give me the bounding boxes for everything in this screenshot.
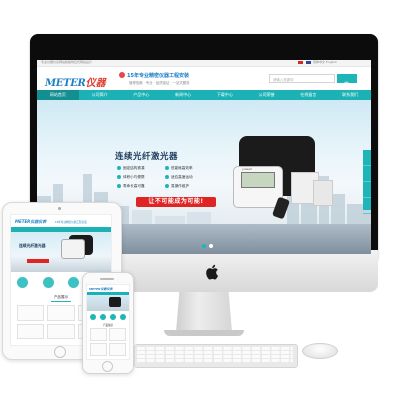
- device-case-image: [109, 297, 121, 307]
- top-bar-text: 专业仪器仪表网站模板响应式网站设计: [41, 60, 93, 64]
- tablet-slogan: 15年专业精密仪器工程安装: [55, 221, 87, 224]
- tablet-banner-title: 连续光纤激光器: [19, 243, 46, 248]
- cn-flag-icon[interactable]: [298, 60, 303, 64]
- quick-link-icon[interactable]: [42, 277, 54, 288]
- nav-item-download[interactable]: 下载中心: [204, 90, 246, 100]
- feature-item: 低能耗高效率: [165, 166, 193, 171]
- search-input[interactable]: 请输入关键词: [269, 74, 335, 83]
- product-card[interactable]: [17, 323, 45, 339]
- en-flag-icon[interactable]: [305, 60, 311, 64]
- check-icon: [165, 166, 169, 170]
- product-card[interactable]: [109, 328, 126, 341]
- slogan-badge-icon: [119, 72, 125, 78]
- product-card[interactable]: [47, 305, 75, 321]
- product-card[interactable]: [90, 328, 107, 341]
- side-toolbar: [363, 150, 371, 214]
- imac-stand-base: [164, 330, 244, 336]
- magic-mouse: [302, 343, 338, 359]
- carousel-dot[interactable]: [209, 244, 213, 248]
- nav-item-contact[interactable]: 联系我们: [329, 90, 371, 100]
- product-card[interactable]: [109, 343, 126, 356]
- tablet-promo-badge[interactable]: [27, 259, 49, 263]
- search-icon: [344, 81, 350, 88]
- product-card[interactable]: [90, 343, 107, 356]
- main-nav: 网站首页 公司简介 产品中心 新闻中心 下载中心 公司荣誉 在线留言 联系我们: [37, 90, 371, 100]
- site-logo[interactable]: METER仪器仪表: [45, 71, 111, 108]
- phone-logo[interactable]: METER仪器仪表: [89, 287, 112, 291]
- section-divider: [51, 301, 71, 302]
- nav-item-home[interactable]: 网站首页: [37, 90, 79, 100]
- check-icon: [165, 184, 169, 188]
- promo-badge[interactable]: 让不可能成为可能!: [136, 197, 216, 207]
- banner-title: 连续光纤激光器: [115, 152, 179, 162]
- qq-icon[interactable]: [363, 150, 371, 166]
- product-card[interactable]: [47, 323, 75, 339]
- nav-item-about[interactable]: 公司简介: [79, 90, 121, 100]
- phone-screen: METER仪器仪表 产品展示: [86, 284, 130, 360]
- phone-icon[interactable]: [363, 166, 371, 182]
- quick-link-icon[interactable]: [90, 314, 96, 320]
- nav-item-news[interactable]: 新闻中心: [162, 90, 204, 100]
- check-icon: [165, 175, 169, 179]
- feature-item: 体积小巧便携: [117, 175, 145, 180]
- apple-logo-icon: [206, 264, 218, 280]
- slogan-main: 15年专业精密仪器工程安装: [127, 73, 189, 79]
- language-switch[interactable]: 简体中文 English: [297, 60, 337, 64]
- phone-speaker: [100, 278, 114, 280]
- wechat-icon[interactable]: [363, 182, 371, 198]
- tablet-home-button[interactable]: [54, 346, 66, 358]
- device-main-image: [61, 239, 85, 259]
- phone-product-grid: [90, 328, 126, 356]
- search-button[interactable]: [337, 74, 357, 88]
- feature-item: 适应高速运动: [165, 175, 193, 180]
- carousel-dot[interactable]: [202, 244, 206, 248]
- slogan-sub: 值得信赖 · 专业 · 品质保证 · 一站式服务: [129, 81, 190, 85]
- feature-item: 寿命长高可靠: [117, 184, 145, 189]
- back-to-top-icon[interactable]: [363, 198, 371, 214]
- language-label: 简体中文 English: [312, 60, 337, 64]
- keyboard-rows: [137, 347, 293, 363]
- check-icon: [117, 166, 121, 170]
- quick-link-icon[interactable]: [120, 314, 126, 320]
- feature-item: 固定结构紧凑: [117, 166, 145, 171]
- quick-link-icon[interactable]: [68, 277, 80, 288]
- nav-item-products[interactable]: 产品中心: [121, 90, 163, 100]
- tablet-logo[interactable]: METER仪器仪表: [15, 219, 46, 225]
- check-icon: [117, 184, 121, 188]
- phone-section-title: 产品展示: [102, 324, 114, 327]
- quick-link-icon[interactable]: [100, 314, 106, 320]
- imac-stand: [176, 292, 232, 332]
- phone-quick-links: [90, 314, 126, 320]
- quick-link-icon[interactable]: [110, 314, 116, 320]
- feature-item: 易操作维护: [165, 184, 189, 189]
- device-display-image: [241, 172, 275, 188]
- phone-banner[interactable]: [87, 295, 129, 311]
- check-icon: [117, 175, 121, 179]
- device-brand: yuwell: [242, 167, 252, 171]
- nav-item-honors[interactable]: 公司荣誉: [246, 90, 288, 100]
- quick-link-icon[interactable]: [17, 277, 28, 288]
- tablet-camera: [58, 207, 61, 210]
- logo-latin: METER: [45, 78, 86, 89]
- nav-item-message[interactable]: 在线留言: [288, 90, 330, 100]
- phone-home-button[interactable]: [102, 361, 113, 372]
- product-card[interactable]: [17, 305, 45, 321]
- device-box-image: [313, 180, 333, 206]
